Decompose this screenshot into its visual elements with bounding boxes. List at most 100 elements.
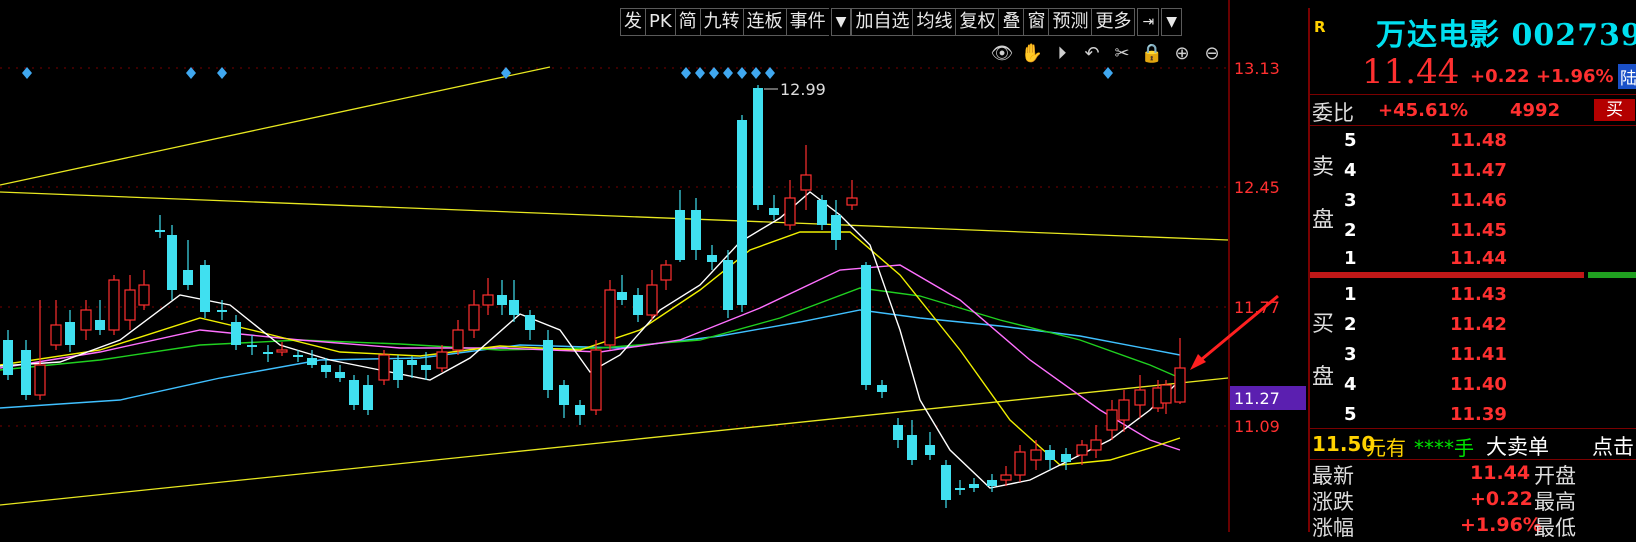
buy-button[interactable]: 买 [1594,99,1635,121]
lock-icon[interactable]: 🔒 [1140,42,1164,66]
buy-level-2[interactable]: 2 11.42 [1340,310,1630,340]
candlestick [124,275,136,330]
sell-level-4[interactable]: 4 11.47 [1340,156,1630,186]
toolbar-button-window[interactable]: 窗 [1023,8,1049,36]
toolbar-button-jiuzhuan[interactable]: 九转 [699,8,743,36]
candlestick [183,240,193,290]
candle-body [231,322,241,345]
pin-arrow-icon[interactable]: ⇥ [1137,8,1160,36]
toolbar-button-shijian[interactable]: 事件 [785,8,829,36]
buy-level-1[interactable]: 1 11.43 [1340,280,1630,310]
candlestick [65,310,75,352]
buy-level-3[interactable]: 3 11.41 [1340,340,1630,370]
zoom-in-icon[interactable]: ⊕ [1170,42,1194,66]
candle-body [349,380,359,405]
candlestick [800,145,812,210]
ask-ratio-bar [1588,272,1636,278]
candlestick [155,215,165,238]
market-tag[interactable]: 陆 [1618,64,1636,89]
candlestick [817,195,827,230]
price-change-percent: +1.96% [1536,66,1614,87]
candlestick [363,375,373,415]
chart-toolbar: 发 PK 简 九转 连板 事件 ▼ 加自选 均线 复权 叠 窗 预测 更多 ⇥ … [620,8,1182,36]
candlestick [34,300,46,400]
sell-level-5[interactable]: 5 11.48 [1340,126,1630,156]
candlestick [1000,466,1012,486]
scissors-icon[interactable]: ✂ [1110,42,1134,66]
candle-body [660,264,672,281]
buy-side-label: 买 盘 [1312,312,1335,390]
toolbar-button-more[interactable]: 更多 [1091,8,1136,36]
sell-level-2[interactable]: 2 11.45 [1340,216,1630,246]
candlestick [925,432,935,460]
candle-body [378,354,390,381]
candlestick [1061,448,1071,470]
candlestick [349,375,359,410]
candlestick [263,345,273,362]
event-marker-icon [186,67,196,79]
toolbar-button-jian[interactable]: 简 [674,8,700,36]
toolbar-button-fuquan[interactable]: 复权 [955,8,999,36]
eye-icon[interactable]: 👁 [990,42,1014,66]
ma-line [0,264,1181,451]
candle-body [877,385,887,392]
candle-body [138,284,150,306]
candlestick [646,270,658,320]
candlestick [468,290,480,338]
caret-down-icon[interactable]: ▼ [1161,8,1182,36]
zoom-out-icon[interactable]: ⊖ [1200,42,1224,66]
toolbar-button-overlay[interactable]: 叠 [998,8,1024,36]
toolbar-button-fa[interactable]: 发 [620,8,645,36]
sell-level-1[interactable]: 1 11.44 [1340,244,1630,274]
event-markers[interactable] [22,67,1113,79]
caret-down-icon[interactable]: ▼ [830,8,852,36]
candle-body [155,230,165,232]
kline-chart[interactable]: 13.1312.4511.7711.09 12.99 11.27 [0,0,1306,532]
hand-icon[interactable]: ✋ [1020,42,1044,66]
toolbar-button-forecast[interactable]: 预测 [1048,8,1092,36]
buy-level-5[interactable]: 5 11.39 [1340,400,1630,430]
big-order-type: 大卖单 [1486,435,1549,459]
candlestick [321,358,331,378]
candle-body [955,488,965,490]
toolbar-button-lianban[interactable]: 连板 [742,8,786,36]
candle-body [559,385,569,405]
candlestick [877,380,887,398]
toolbar-button-pk[interactable]: PK [645,8,675,36]
candle-body [124,289,136,321]
candlestick [50,300,62,350]
buy-level-4[interactable]: 4 11.40 [1340,370,1630,400]
candlestick [95,300,105,335]
candle-body [784,197,796,226]
candlestick [575,400,585,425]
candle-body [217,310,227,312]
candle-body [200,265,210,312]
stat-change-value: +0.22 [1470,488,1533,510]
candle-body [247,345,257,347]
candle-body [604,289,616,346]
candle-body [941,465,951,500]
undo-icon[interactable]: ↶ [1080,42,1104,66]
candle-body [1076,444,1088,456]
sell-level-3[interactable]: 3 11.46 [1340,186,1630,216]
candle-body [753,88,763,205]
big-order-row[interactable]: 11.50 元有 ****手 大卖单 点击 [1310,428,1636,460]
candlestick [969,478,979,492]
toolbar-button-ma[interactable]: 均线 [912,8,956,36]
bid-ratio-bar [1310,272,1584,278]
r-badge: R [1314,18,1326,36]
candle-body [1061,454,1071,462]
big-order-click[interactable]: 点击 [1592,431,1634,461]
weibi-label: 委比 [1312,101,1354,125]
candlestick [753,85,763,210]
toolbar-button-add-watchlist[interactable]: 加自选 [851,8,913,36]
candlestick [452,320,464,355]
candle-body [737,120,747,305]
candlestick [200,260,210,318]
candle-body [691,210,701,250]
candle-body [1160,384,1172,404]
candle-body [617,292,627,300]
candle-body [468,304,480,331]
candle-body [307,358,317,365]
play-icon[interactable]: ⏵ [1050,42,1074,66]
